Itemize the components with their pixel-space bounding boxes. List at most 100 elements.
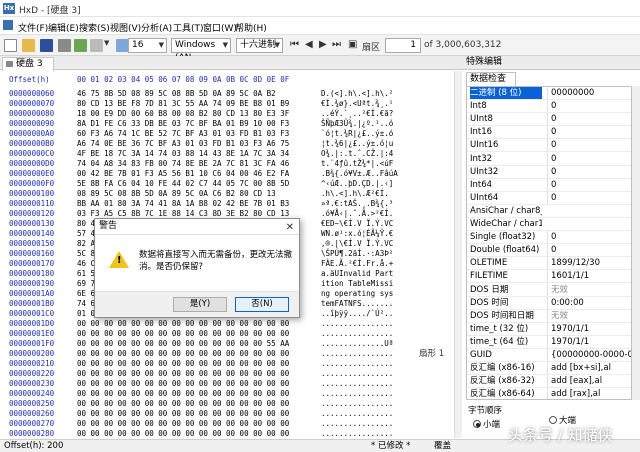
row-bytes[interactable]: 00 00 00 00 00 00 00 00 00 00 00 00 00 0… <box>77 409 289 418</box>
inspector-value[interactable]: 0:00:00 <box>547 296 631 309</box>
inspector-value[interactable]: 无效 <box>547 283 631 296</box>
row-bytes[interactable]: 60 F3 A6 74 1C BE 52 7C BF A3 01 03 FD B… <box>77 129 289 138</box>
inspector-row[interactable]: Int32 0 <box>467 152 631 166</box>
prev-sector-icon[interactable]: ◀ <box>305 39 313 50</box>
next-sector-icon[interactable]: ▶ <box>319 39 327 50</box>
save-icon[interactable] <box>40 39 53 52</box>
row-bytes[interactable]: 18 00 E9 DD 00 60 B8 00 08 B2 80 CD 13 8… <box>77 109 289 118</box>
inspector-row[interactable]: Double (float64) 0 <box>467 244 631 258</box>
charset-select[interactable]: Windows (AN▼ <box>171 38 231 63</box>
row-text[interactable]: ition TableMissi <box>321 279 393 288</box>
row-text[interactable]: ................ <box>321 369 393 378</box>
inspector-scrollbar[interactable] <box>632 86 640 400</box>
inspector-row[interactable]: UInt8 0 <box>467 113 631 127</box>
row-bytes[interactable]: 00 00 00 00 00 00 00 00 00 00 00 00 00 0… <box>77 419 289 428</box>
row-text[interactable]: \ŠPÚ¶.2äÍ.·:A3Þ² <box>321 249 393 258</box>
inspector-value[interactable]: 1970/1/1 <box>547 335 631 348</box>
row-text[interactable]: ..éÝ.`¸..²€Í.€ã? <box>321 109 393 118</box>
row-bytes[interactable]: 8A D1 FE C6 33 DB BE 03 7C BF BA 01 B9 1… <box>77 119 289 128</box>
little-endian-radio[interactable]: 小端 <box>473 418 500 430</box>
inspector-row[interactable]: Int8 0 <box>467 100 631 114</box>
inspector-row[interactable]: AnsiChar / char8_t <box>467 205 631 218</box>
inspector-value[interactable]: {00000000-0000-0000 <box>547 349 631 361</box>
row-text[interactable]: »ª.€:tAŠ.¸.B¾{.³ <box>321 199 393 208</box>
menu-edit[interactable]: 编辑(E) <box>48 21 79 34</box>
row-bytes[interactable]: 80 CD 13 BE F8 7D 81 3C 55 AA 74 09 BE B… <box>77 99 289 108</box>
row-text[interactable]: .B¾{.ó¥V±.Æ..FâúA <box>321 169 398 178</box>
inspector-value[interactable]: add [rax],al <box>547 388 631 399</box>
row-text[interactable]: ................ <box>321 389 393 398</box>
menu-search[interactable]: 搜索(S) <box>79 21 110 34</box>
row-text[interactable]: ................ <box>321 399 393 408</box>
no-button[interactable]: 否(N) <box>235 297 289 312</box>
inspector-row[interactable]: DOS 日期 无效 <box>467 283 631 297</box>
inspector-row[interactable]: OLETIME 1899/12/30 <box>467 257 631 271</box>
row-bytes[interactable]: 46 75 8B 5D 08 89 5C 08 8B 5D 0A 89 5C 0… <box>77 89 276 98</box>
row-text[interactable]: ^‹úÆ..þD.ÇD.|.‹] <box>321 179 393 188</box>
offset-base-select[interactable]: 十六进制 ▼ <box>236 38 283 53</box>
menu-analysis[interactable]: 分析(A) <box>141 21 172 34</box>
yes-button[interactable]: 是(Y) <box>173 297 227 312</box>
inspector-value[interactable]: add [bx+si],al <box>547 362 631 375</box>
inspector-row[interactable]: UInt64 0 <box>467 191 631 205</box>
row-bytes[interactable]: 00 00 00 00 00 00 00 00 00 00 00 00 00 0… <box>77 369 289 378</box>
row-bytes[interactable]: 00 00 00 00 00 00 00 00 00 00 00 00 00 0… <box>77 339 289 348</box>
inspector-row[interactable]: Int64 0 <box>467 178 631 192</box>
row-text[interactable]: ..............Uª <box>321 339 393 348</box>
row-bytes[interactable]: 4F BE 18 7C 3A 14 74 03 88 14 43 8E 1A 7… <box>77 149 289 158</box>
row-text[interactable]: ................ <box>321 329 393 338</box>
row-text[interactable]: ................ <box>321 319 393 328</box>
inspector-row[interactable]: time_t (32 位) 1970/1/1 <box>467 322 631 336</box>
inspector-value[interactable]: 无效 <box>547 309 631 322</box>
new-file-icon[interactable] <box>4 39 17 52</box>
row-text[interactable]: FÀE.Ã.²€Í.Fr.å.+ <box>321 259 393 268</box>
inspector-value[interactable]: 1899/12/30 <box>547 257 631 270</box>
row-bytes[interactable]: 00 00 00 00 00 00 00 00 00 00 00 00 00 0… <box>77 429 289 438</box>
inspector-row[interactable]: 反汇编 (x86-32) add [eax],al <box>467 375 631 389</box>
inspector-value[interactable]: 0 <box>547 178 631 191</box>
row-text[interactable]: ng operating sys <box>321 289 393 298</box>
inspector-value[interactable]: 0 <box>547 152 631 165</box>
inspector-value[interactable]: 0 <box>547 231 631 244</box>
open-folder-icon[interactable] <box>22 39 35 52</box>
row-text[interactable]: €Í.¾ø}.<Uªt.¾¸.¹ <box>321 99 393 108</box>
row-bytes[interactable]: 00 42 BE 7B 01 F3 A5 56 B1 10 C6 04 00 4… <box>77 169 289 178</box>
inspector-row[interactable]: WideChar / char16_t <box>467 218 631 231</box>
menu-view[interactable]: 视图(V) <box>110 21 141 34</box>
inspector-row[interactable]: GUID {00000000-0000-0000 <box>467 349 631 362</box>
copy-icon[interactable] <box>90 39 103 52</box>
close-icon[interactable]: ✕ <box>286 220 294 235</box>
inspector-value[interactable]: add [eax],al <box>547 375 631 388</box>
inspector-row[interactable]: Int16 0 <box>467 126 631 140</box>
inspector-value[interactable]: 1601/1/1 <box>547 270 631 283</box>
row-bytes[interactable]: 74 04 A8 34 83 FB 00 74 8E BE 2A 7C 81 3… <box>77 159 289 168</box>
row-bytes[interactable]: 00 00 00 00 00 00 00 00 00 00 00 00 00 0… <box>77 349 289 358</box>
row-bytes[interactable]: 03 F3 A5 C5 8B 7C 1E 88 14 C3 8D 3E B2 8… <box>77 209 289 218</box>
row-bytes[interactable]: BB AA 01 80 3A 74 41 8A 1A B8 02 42 BE 7… <box>77 199 289 208</box>
inspector-row[interactable]: UInt32 0 <box>467 165 631 179</box>
menu-tools[interactable]: 工具(T) <box>173 21 204 34</box>
row-text[interactable]: ................ <box>321 359 393 368</box>
dropdown-arrow-icon[interactable]: ▼ <box>104 39 109 47</box>
row-text[interactable]: ..îþÿÿ..../`Ú².. <box>321 309 393 318</box>
row-bytes[interactable]: 00 00 00 00 00 00 00 00 00 00 00 00 00 0… <box>77 389 289 398</box>
inspector-value[interactable]: 0 <box>547 191 631 204</box>
last-sector-icon[interactable]: ⏭ <box>332 39 341 50</box>
row-text[interactable]: D.(<].h\.<].h\.² <box>321 89 393 98</box>
row-bytes[interactable]: 00 00 00 00 00 00 00 00 00 00 00 00 00 0… <box>77 399 289 408</box>
sector-number-input[interactable]: 1 <box>385 38 421 53</box>
inspector-row[interactable]: 二进制 (8 位) 00000000 <box>467 87 631 100</box>
row-text[interactable]: €ED~\€Í.V Ï.Ý.VC <box>321 219 393 228</box>
menu-help[interactable]: 帮助(H) <box>235 21 267 34</box>
tab-disk-3[interactable]: 硬盘 3 <box>2 57 54 71</box>
row-text[interactable]: ŠÑþÆ3Û¾.|¿º.¹..ó <box>321 119 393 128</box>
row-bytes[interactable]: 08 89 5C 08 8B 5D 0A 89 5C 0A C6 B2 80 C… <box>77 189 276 198</box>
inspector-value[interactable]: 00000000 <box>547 87 631 99</box>
open-disk-icon[interactable] <box>58 39 71 52</box>
inspector-row[interactable]: UInt16 0 <box>467 139 631 153</box>
row-bytes[interactable]: A6 74 0E BE 36 7C BF A3 01 03 FD B1 03 F… <box>77 139 289 148</box>
row-text[interactable]: temFATNFS....... <box>321 299 393 308</box>
inspector-row[interactable]: DOS 时间 0:00:00 <box>467 296 631 310</box>
row-bytes[interactable]: 5E 8B FA C6 04 10 FE 44 02 C7 44 05 7C 0… <box>77 179 289 188</box>
menu-window[interactable]: 窗口(W) <box>203 21 237 34</box>
